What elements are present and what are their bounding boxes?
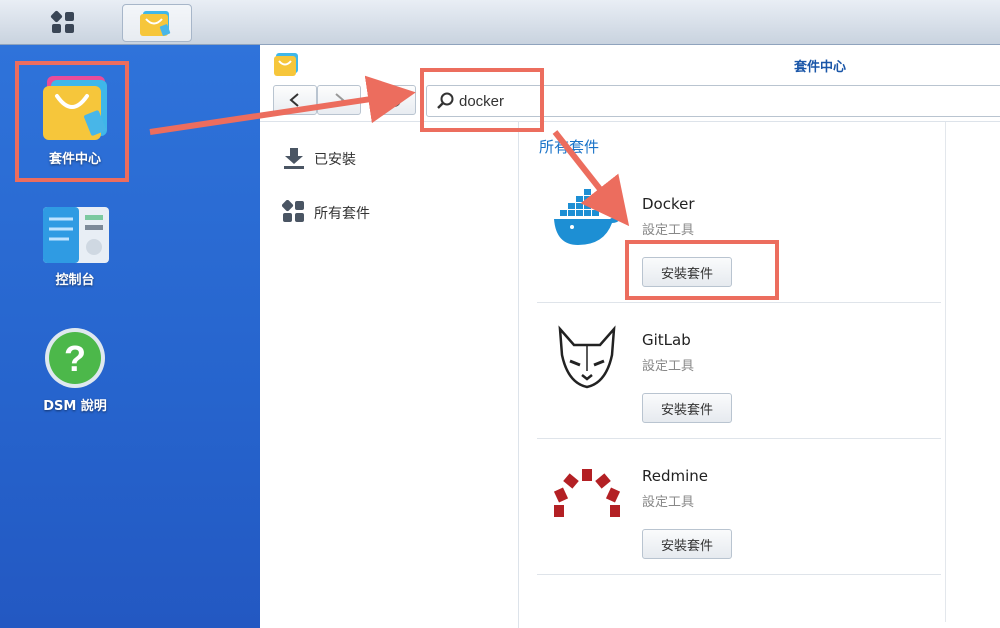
package-name: Docker (642, 195, 695, 213)
gitlab-fox-icon (558, 325, 616, 389)
control-panel-icon (43, 207, 109, 263)
package-category: 設定工具 (642, 359, 695, 374)
package-name: Redmine (642, 467, 709, 485)
package-category: 設定工具 (642, 223, 695, 238)
help-icon: ? (45, 328, 105, 388)
annotation-box-search (420, 68, 544, 132)
refresh-button[interactable] (372, 85, 416, 115)
window-titlebar: 套件中心 (260, 45, 1000, 81)
desktop-icon-label: 控制台 (55, 273, 95, 288)
sidebar: 已安裝 所有套件 (260, 122, 519, 628)
sidebar-item-label: 所有套件 (314, 206, 370, 222)
chevron-left-icon (289, 93, 299, 107)
package-card-redmine: Redmine 設定工具 安裝套件 (537, 439, 941, 575)
redmine-arc-icon (553, 469, 621, 517)
package-center-icon (140, 11, 171, 36)
chevron-right-icon (335, 93, 345, 107)
content-divider (945, 122, 946, 622)
package-center-window: 套件中心 已安裝 (260, 45, 1000, 628)
main-menu-button[interactable] (30, 4, 98, 40)
sidebar-item-installed[interactable]: 已安裝 (282, 144, 482, 174)
grid-icon (282, 200, 304, 222)
sidebar-item-all-packages[interactable]: 所有套件 (282, 198, 482, 228)
annotation-box-package-center (15, 61, 129, 182)
svg-text:?: ? (64, 338, 86, 379)
install-button[interactable]: 安裝套件 (642, 393, 732, 423)
package-category: 設定工具 (642, 495, 695, 510)
section-title: 所有套件 (539, 138, 600, 156)
package-center-icon (274, 53, 298, 76)
grid-icon (50, 10, 74, 33)
window-title: 套件中心 (793, 60, 846, 75)
desktop-icon-label: DSM 說明 (43, 399, 107, 414)
docker-whale-icon (554, 189, 620, 245)
install-button[interactable]: 安裝套件 (642, 529, 732, 559)
package-list: 所有套件 Docker 設定工具 安裝套件 GitLab 設定工具 安裝套件 R… (519, 122, 1000, 628)
download-icon (284, 148, 304, 169)
refresh-icon (387, 92, 401, 107)
desktop-icon-control-panel[interactable]: 控制台 (0, 205, 150, 288)
desktop-icon-dsm-help[interactable]: ? DSM 說明 (0, 325, 150, 414)
toolbar (260, 81, 1000, 122)
taskbar (0, 0, 1000, 45)
package-name: GitLab (642, 331, 691, 349)
package-card-gitlab: GitLab 設定工具 安裝套件 (537, 303, 941, 439)
sidebar-item-label: 已安裝 (314, 152, 356, 168)
package-center-taskbar-button[interactable] (122, 4, 192, 42)
annotation-box-install (625, 240, 779, 300)
forward-button[interactable] (317, 85, 361, 115)
back-button[interactable] (273, 85, 317, 115)
